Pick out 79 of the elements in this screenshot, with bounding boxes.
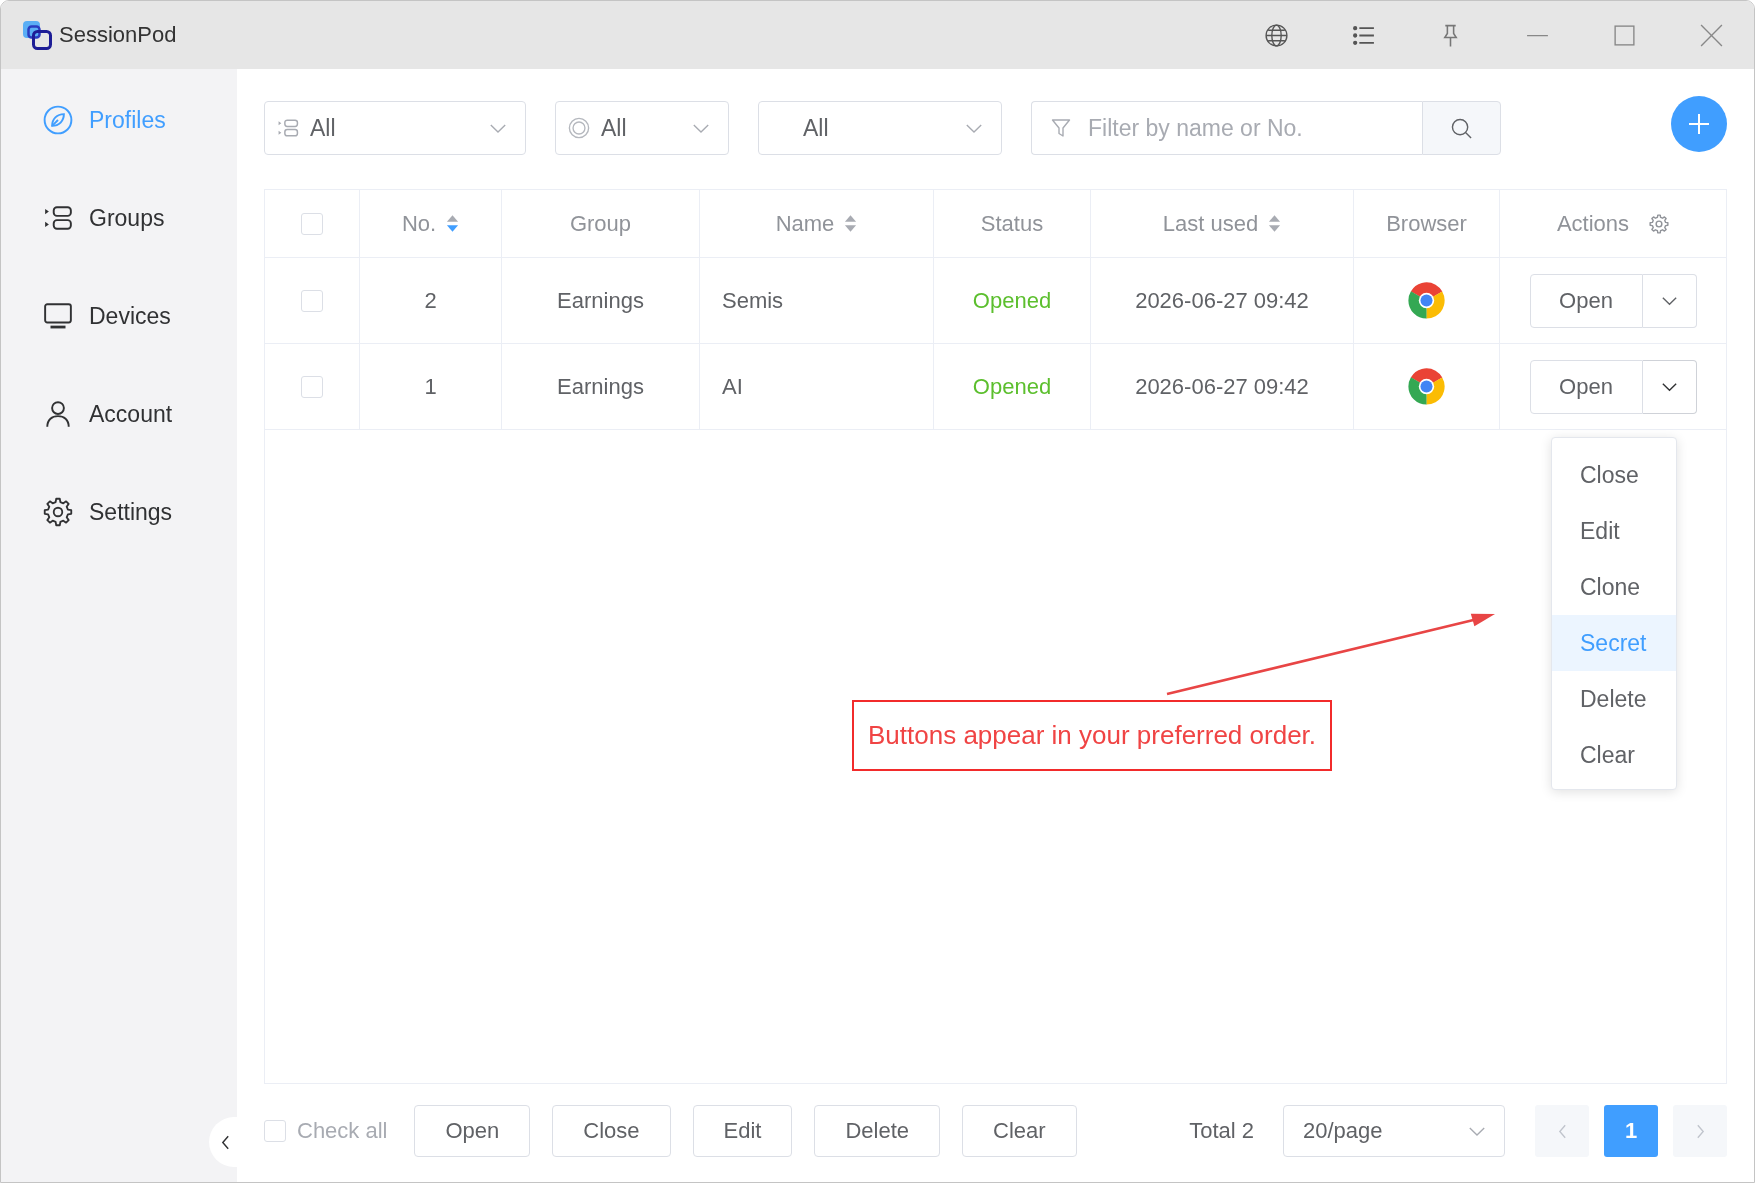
sidebar-item[interactable]: Devices [1,287,237,345]
column-header: No. [401,210,437,237]
status-cell: Opened [934,344,1091,429]
bulk-action-button[interactable]: Open [414,1105,531,1157]
search-button[interactable] [1422,101,1501,155]
table-cell: Semis [700,258,934,343]
page-size-select[interactable]: 20/page [1283,1105,1505,1157]
sort-icon[interactable] [1268,214,1282,233]
total-count: Total 2 [1189,1118,1254,1144]
checkbox[interactable] [301,289,323,312]
chevron-right-icon [1695,1123,1705,1139]
column-header: Name [775,210,835,237]
table-cell: 2026-06-27 09:42 [1091,258,1354,343]
sidebar-item[interactable]: Settings [1,483,237,541]
action-button[interactable]: Open [1529,273,1643,328]
sort-icon[interactable] [446,214,460,233]
column-header: Browser [1386,210,1467,237]
chevron-left-icon [1557,1123,1567,1139]
browser-icon [1408,282,1445,319]
table-cell: 1 [360,344,502,429]
globe-icon[interactable] [1264,22,1289,48]
chevron-down-icon [1660,381,1678,392]
dropdown-select[interactable]: All [555,101,729,155]
column-header: Actions [1556,210,1630,237]
more-actions-button[interactable] [1642,359,1697,414]
checkbox[interactable] [264,1120,286,1142]
menu-item[interactable]: Clone [1552,559,1676,615]
gear-icon [43,497,73,527]
table-cell: AI [700,344,934,429]
close-icon[interactable] [1699,22,1724,48]
chevron-down-icon [489,122,507,134]
maximize-icon[interactable] [1612,22,1637,48]
monitor-icon [43,301,73,331]
sidebar-item[interactable]: Groups [1,189,237,247]
stacked-list-icon [277,117,299,139]
dropdown-select[interactable]: All [758,101,1002,155]
stacked-list-icon [43,203,73,233]
table-cell: Earnings [502,344,700,429]
menu-item[interactable]: Close [1552,447,1676,503]
column-header: Group [569,210,632,237]
compass-icon [43,105,73,135]
bulk-action-button[interactable]: Clear [962,1105,1077,1157]
sort-icon[interactable] [844,214,858,233]
status-cell: Opened [934,258,1091,343]
menu-item[interactable]: Edit [1552,503,1676,559]
dropdown-select[interactable]: All [264,101,526,155]
chevron-down-icon [692,122,710,134]
plus-icon [1688,113,1710,135]
gear-icon[interactable] [1649,213,1670,234]
column-header: Last used [1162,210,1259,237]
checkbox[interactable] [301,212,323,235]
table-cell: 2026-06-27 09:42 [1091,344,1354,429]
chevron-down-icon [1660,295,1678,306]
checkbox[interactable] [301,375,323,398]
action-button[interactable]: Open [1529,359,1643,414]
more-actions-button[interactable] [1642,273,1697,328]
table-cell: 2 [360,258,502,343]
annotation-callout: Buttons appear in your preferred order. [852,700,1333,771]
app-logo-icon [22,20,52,50]
browser-icon [1408,368,1445,405]
add-button[interactable] [1671,96,1727,152]
window-title: SessionPod [59,22,177,48]
bulk-action-button[interactable]: Delete [814,1105,941,1157]
collapse-sidebar-button[interactable] [209,1117,237,1167]
bulk-action-button[interactable]: Edit [692,1105,793,1157]
menu-item[interactable]: Clear [1552,727,1676,783]
chevron-down-icon [965,122,983,134]
filter-field[interactable]: Filter by name or No. [1031,101,1422,155]
search-icon [1451,117,1472,139]
bulk-action-button[interactable]: Close [552,1105,671,1157]
column-header: Status [980,210,1044,237]
user-icon [43,399,73,429]
funnel-icon [1051,118,1071,138]
chevron-left-icon [220,1134,230,1150]
menu-item[interactable]: Delete [1552,671,1676,727]
sidebar-item[interactable]: Account [1,385,237,443]
ring-icon [568,117,590,139]
chevron-down-icon [1468,1125,1486,1137]
table-cell: Earnings [502,258,700,343]
